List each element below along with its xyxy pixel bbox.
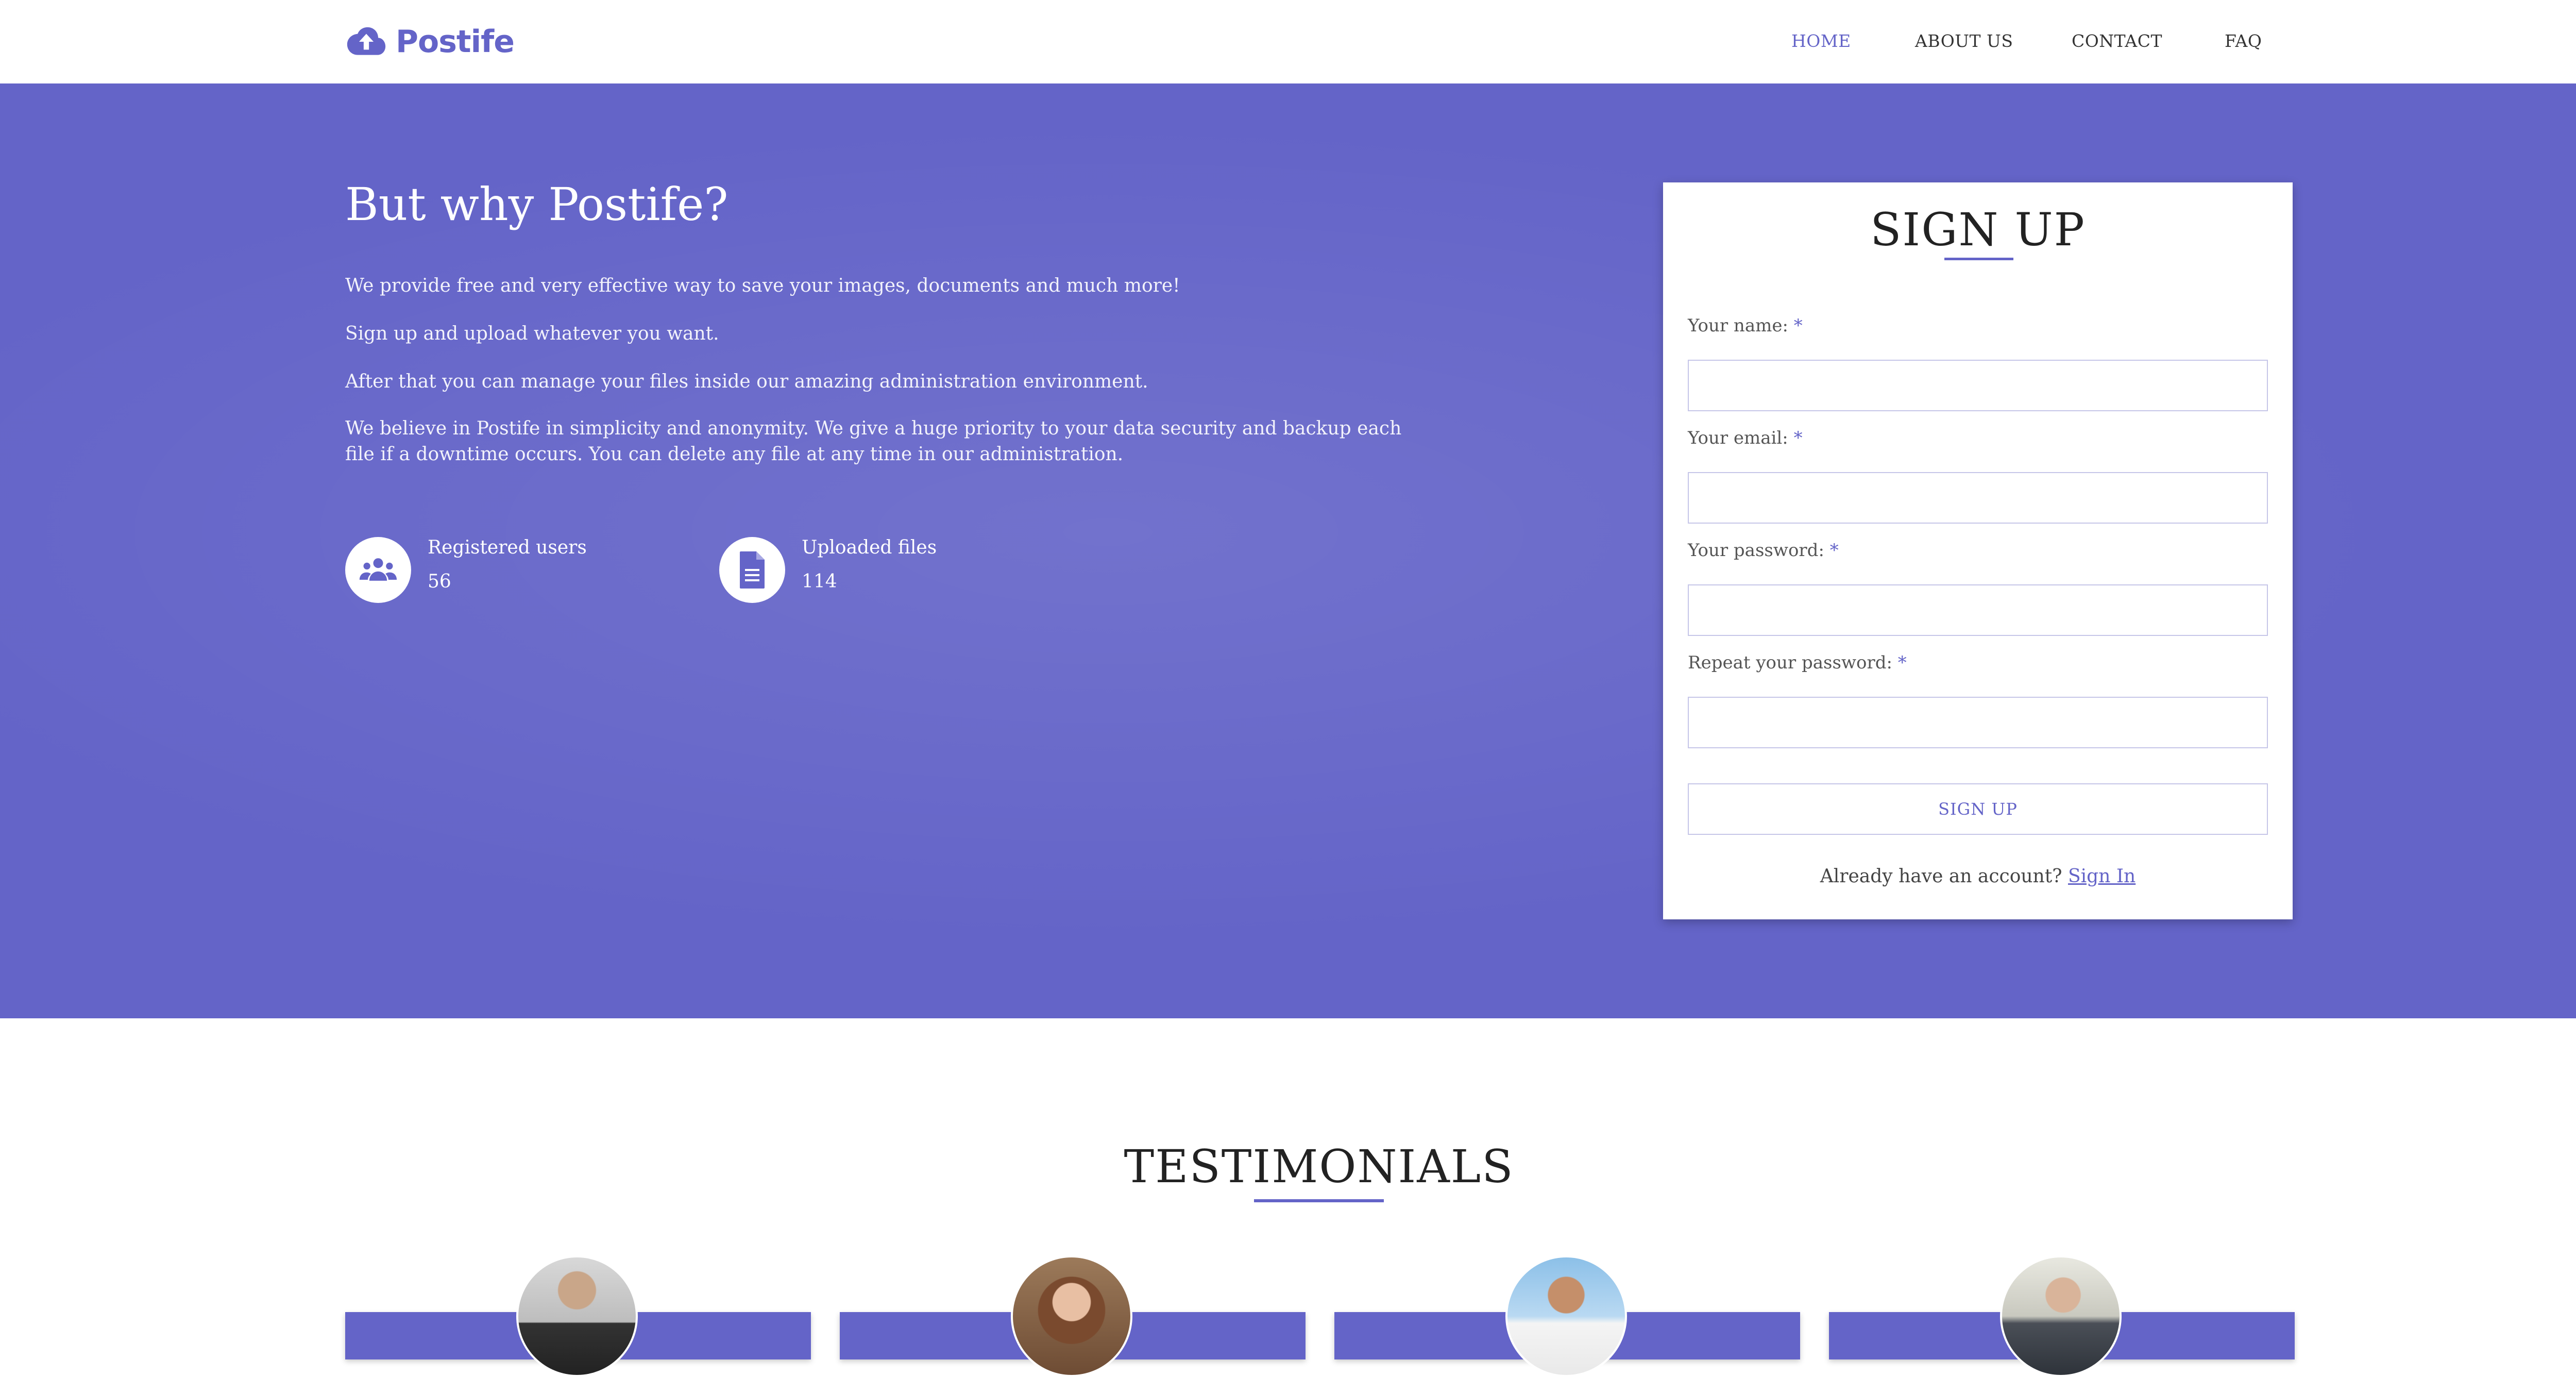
users-icon [359, 558, 397, 581]
repeat-password-field-label: Repeat your password: * [1688, 652, 1907, 673]
stat-uploaded-files: Uploaded files 114 [719, 537, 937, 604]
stat-value: 56 [428, 571, 451, 592]
hero-paragraph-4: We believe in Postife in simplicity and … [345, 418, 1402, 465]
signin-prompt: Already have an account? Sign In [1663, 866, 2293, 887]
password-input[interactable] [1688, 584, 2268, 636]
required-mark: * [1793, 428, 1803, 448]
hero-paragraph-1: We provide free and very effective way t… [345, 275, 1180, 296]
brand-logo[interactable]: Postife [345, 20, 515, 63]
required-mark: * [1793, 315, 1803, 336]
required-mark: * [1897, 652, 1907, 673]
stat-label: Registered users [428, 537, 587, 558]
name-field-label: Your name: * [1688, 315, 1803, 336]
required-mark: * [1829, 540, 1839, 561]
hero-paragraph-2: Sign up and upload whatever you want. [345, 323, 719, 344]
email-input[interactable] [1688, 472, 2268, 524]
password-field-label: Your password: * [1688, 540, 1839, 561]
cloud-upload-icon [347, 27, 386, 55]
avatar [1011, 1255, 1132, 1377]
signin-link[interactable]: Sign In [2068, 866, 2136, 887]
signup-title: SIGN UP [1870, 203, 2086, 256]
avatar [2000, 1255, 2122, 1377]
stat-icon-circle [345, 537, 411, 603]
name-input[interactable] [1688, 360, 2268, 411]
signup-card: SIGN UP Your name: * Your email: * Your … [1663, 182, 2293, 919]
stat-registered-users: Registered users 56 [345, 537, 587, 604]
avatar [1505, 1255, 1627, 1377]
title-underline [1944, 258, 2013, 260]
stat-label: Uploaded files [802, 537, 937, 558]
hero-paragraph-3: After that you can manage your files ins… [345, 371, 1148, 392]
signup-button[interactable]: SIGN UP [1688, 783, 2268, 835]
nav-contact[interactable]: CONTACT [2072, 31, 2162, 51]
nav-home[interactable]: HOME [1791, 31, 1851, 51]
stat-value: 114 [802, 571, 837, 592]
title-underline [1254, 1199, 1384, 1202]
nav-faq[interactable]: FAQ [2225, 31, 2262, 51]
hero-section: But why Postife? We provide free and ver… [0, 83, 2576, 1018]
avatar [516, 1255, 638, 1377]
nav-about-us[interactable]: ABOUT US [1915, 31, 2013, 51]
email-field-label: Your email: * [1688, 428, 1803, 448]
hero-title: But why Postife? [345, 178, 728, 231]
top-navbar: Postife HOME ABOUT US CONTACT FAQ [0, 0, 2576, 85]
stat-icon-circle [719, 537, 785, 603]
testimonials-title: TESTIMONIALS [1124, 1140, 1514, 1193]
file-icon [740, 551, 765, 589]
brand-name: Postife [396, 23, 515, 60]
already-account-text: Already have an account? [1820, 866, 2062, 887]
repeat-password-input[interactable] [1688, 697, 2268, 748]
